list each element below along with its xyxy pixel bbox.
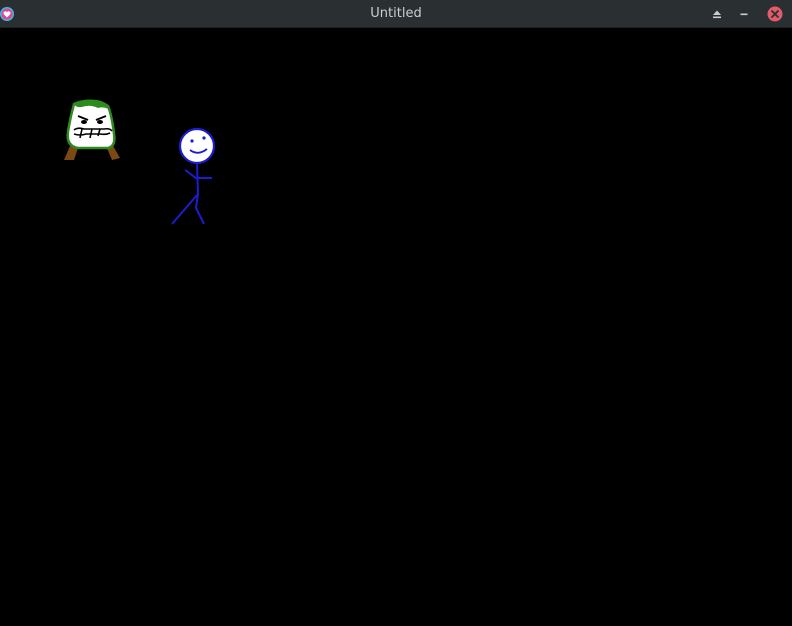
green-blob-creature [64,99,120,160]
minus-icon [740,13,748,16]
titlebar[interactable]: Untitled [0,0,792,28]
game-canvas[interactable] [0,28,792,626]
eject-triangle-icon [713,10,721,19]
blue-stick-figure [171,128,216,225]
close-icon [767,6,783,22]
window-title: Untitled [370,6,422,21]
close-button[interactable] [766,5,784,23]
minimize-button[interactable] [735,5,753,23]
app-window: Untitled [0,0,792,626]
keep-above-button[interactable] [708,5,726,23]
